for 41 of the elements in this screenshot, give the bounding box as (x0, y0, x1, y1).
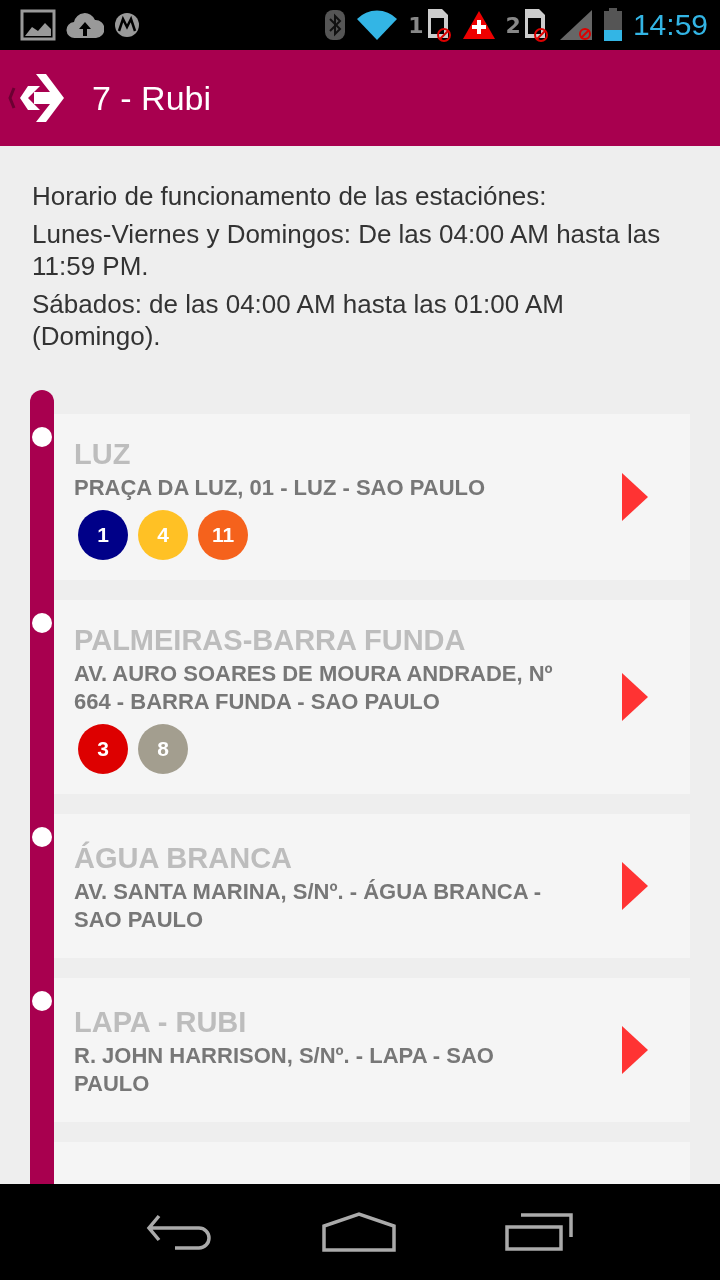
sim-number: 2 (505, 12, 521, 38)
schedule-text: Sábados: de las 04:00 AM hasta las 01:00 AM (Domingo). (32, 288, 565, 352)
back-icon[interactable] (144, 1214, 213, 1250)
sim-card-icon (522, 8, 549, 42)
alert-icon (461, 10, 496, 40)
station-name: LAPA - RUBI (74, 1005, 248, 1040)
line-badge: 3 (78, 724, 128, 774)
arrow-icon (622, 1026, 648, 1074)
station-address: AV. AURO SOARES DE MOURA ANDRADE, Nº 664 - BARRA FUNDA - SAO PAULO (74, 660, 554, 716)
station-card[interactable]: PALMEIRAS-BARRA FUNDA AV. AURO SOARES DE MOURA ANDRADE, Nº 664 - BARRA FUNDA - SAO PAULO 3 8 (54, 600, 690, 794)
sim-card-icon (425, 8, 452, 42)
home-icon[interactable] (322, 1212, 396, 1252)
station-address: R. JOHN HARRISON, S/Nº. - LAPA - SAO PAULO (74, 1042, 495, 1098)
signal-icon (558, 9, 593, 41)
cloud-upload-icon (66, 10, 104, 40)
line-badge: 11 (198, 510, 248, 560)
arrow-icon (622, 673, 648, 721)
station-name: ÁGUA BRANCA (74, 840, 294, 876)
station-address: PRAÇA DA LUZ, 01 - LUZ - SAO PAULO (74, 474, 487, 502)
wifi-icon (356, 9, 399, 41)
sim-number: 1 (408, 12, 424, 38)
line-badge: 1 (78, 510, 128, 560)
picture-icon (20, 9, 56, 41)
schedule-text: Lunes-Viernes y Domingos: De las 04:00 AM hasta las 11:59 PM. (32, 218, 662, 282)
line-badge: 4 (138, 510, 188, 560)
schedule-text: Horario de funcionamento de las estaciónes: (32, 180, 548, 212)
station-card[interactable]: ÁGUA BRANCA AV. SANTA MARINA, S/Nº. - ÁGUA BRANCA - SAO PAULO (54, 814, 690, 958)
station-name: PALMEIRAS-BARRA FUNDA (74, 623, 467, 658)
station-card[interactable]: LAPA - RUBI R. JOHN HARRISON, S/Nº. - LAPA - SAO PAULO (54, 978, 690, 1122)
battery-icon (602, 8, 623, 42)
logo-icon (114, 12, 140, 38)
clock: 14:59 (632, 8, 708, 42)
bluetooth-icon (324, 9, 347, 41)
station-address: AV. SANTA MARINA, S/Nº. - ÁGUA BRANCA - SAO PAULO (74, 878, 543, 934)
recent-apps-icon[interactable] (505, 1213, 576, 1251)
station-card[interactable]: LUZ PRAÇA DA LUZ, 01 - LUZ - SAO PAULO 1 4 11 (54, 414, 690, 580)
line-badge: 8 (138, 724, 188, 774)
arrow-icon (622, 862, 648, 910)
arrow-icon (622, 473, 648, 521)
station-name: LUZ (74, 437, 132, 472)
screen-title: 7 - Rubi (92, 78, 212, 118)
